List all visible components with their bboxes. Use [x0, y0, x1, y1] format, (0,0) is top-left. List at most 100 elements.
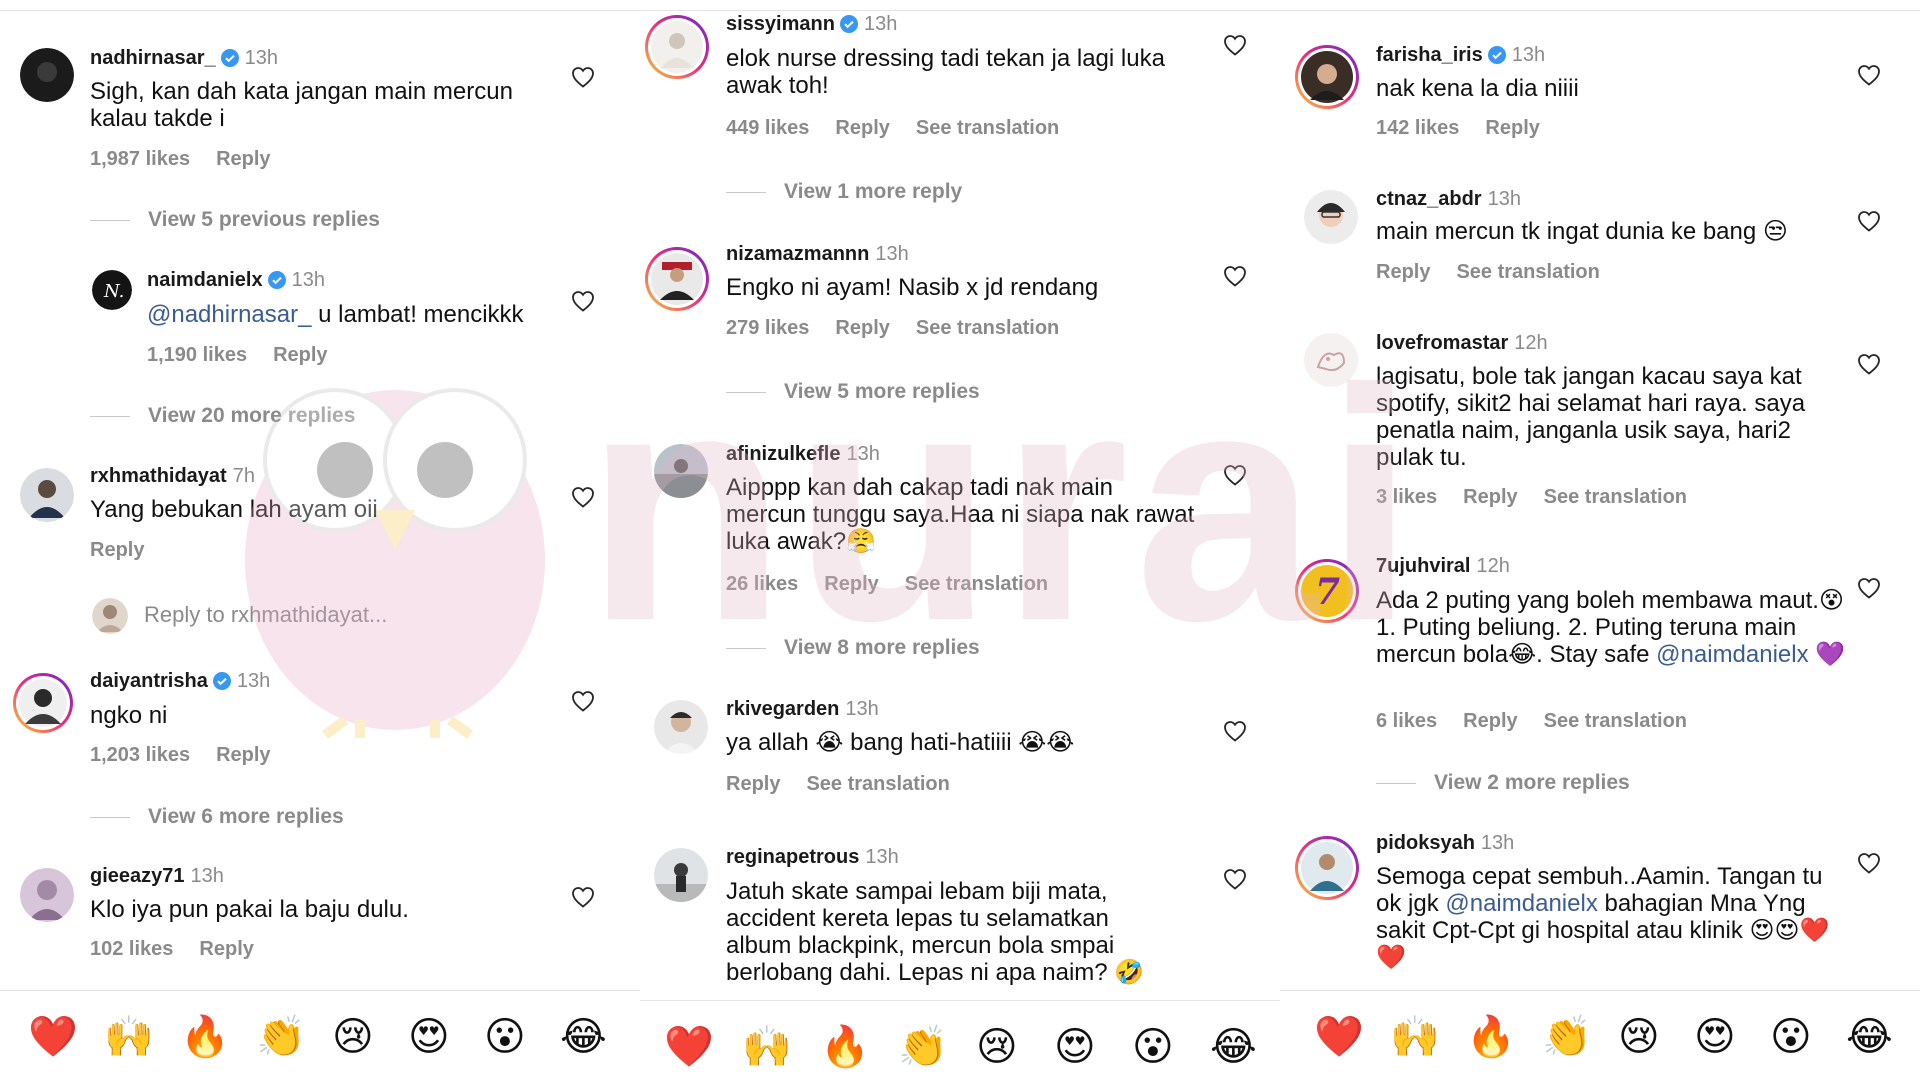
- view-replies-button[interactable]: View 8 more replies: [726, 636, 980, 660]
- username[interactable]: afinizulkefle: [726, 443, 840, 465]
- mention-link[interactable]: @naimdanielx: [1445, 890, 1597, 917]
- emoji-heart-eyes[interactable]: 😍: [1694, 1017, 1736, 1057]
- username[interactable]: rkivegarden: [726, 698, 839, 720]
- like-heart-icon[interactable]: [1223, 265, 1247, 287]
- likes-count[interactable]: 6 likes: [1376, 710, 1437, 732]
- avatar-rxhmathidayat[interactable]: [20, 468, 74, 522]
- like-heart-icon[interactable]: [1857, 852, 1881, 874]
- emoji-clap[interactable]: 👏: [256, 1017, 306, 1057]
- view-replies-button[interactable]: View 5 previous replies: [90, 208, 380, 232]
- reply-button[interactable]: Reply: [1463, 486, 1517, 508]
- emoji-surprised[interactable]: 😮: [1770, 1017, 1812, 1057]
- emoji-heart[interactable]: ❤️: [1314, 1017, 1364, 1057]
- view-replies-button[interactable]: View 6 more replies: [90, 805, 344, 829]
- see-translation-button[interactable]: See translation: [1544, 710, 1687, 732]
- like-heart-icon[interactable]: [1223, 464, 1247, 486]
- emoji-laugh[interactable]: 😂: [560, 1017, 607, 1057]
- emoji-cry[interactable]: 😢: [332, 1017, 374, 1057]
- reply-button[interactable]: Reply: [1485, 117, 1539, 139]
- likes-count[interactable]: 279 likes: [726, 317, 809, 339]
- username[interactable]: 7ujuhviral: [1376, 555, 1470, 577]
- emoji-raised-hands[interactable]: 🙌: [104, 1017, 154, 1057]
- avatar-naimdanielx[interactable]: N.: [92, 270, 132, 310]
- like-heart-icon[interactable]: [1223, 720, 1247, 742]
- see-translation-button[interactable]: See translation: [1456, 261, 1599, 283]
- emoji-fire[interactable]: 🔥: [820, 1027, 870, 1067]
- view-replies-button[interactable]: View 20 more replies: [90, 404, 355, 428]
- avatar-pidoksyah[interactable]: [1294, 835, 1360, 901]
- emoji-heart-eyes[interactable]: 😍: [1054, 1027, 1096, 1067]
- like-heart-icon[interactable]: [1857, 577, 1881, 599]
- reply-button[interactable]: Reply: [199, 938, 253, 960]
- emoji-heart[interactable]: ❤️: [28, 1017, 78, 1057]
- emoji-fire[interactable]: 🔥: [180, 1017, 230, 1057]
- emoji-clap[interactable]: 👏: [898, 1027, 948, 1067]
- likes-count[interactable]: 1,987 likes: [90, 148, 190, 170]
- reply-button[interactable]: Reply: [824, 573, 878, 595]
- emoji-fire[interactable]: 🔥: [1466, 1017, 1516, 1057]
- likes-count[interactable]: 26 likes: [726, 573, 798, 595]
- username[interactable]: naimdanielx: [147, 269, 263, 291]
- see-translation-button[interactable]: See translation: [1544, 486, 1687, 508]
- avatar-gieeazy71[interactable]: [20, 868, 74, 922]
- username[interactable]: rxhmathidayat: [90, 465, 227, 487]
- reply-button[interactable]: Reply: [726, 773, 780, 795]
- avatar-reginapetrous[interactable]: [654, 848, 708, 902]
- view-replies-button[interactable]: View 1 more reply: [726, 180, 962, 204]
- avatar-nadhirnasar[interactable]: [20, 48, 74, 102]
- view-replies-button[interactable]: View 5 more replies: [726, 380, 980, 404]
- reply-button[interactable]: Reply: [216, 744, 270, 766]
- like-heart-icon[interactable]: [1223, 34, 1247, 56]
- reply-button[interactable]: Reply: [273, 344, 327, 366]
- avatar-farisha-iris[interactable]: [1294, 44, 1360, 110]
- reply-input[interactable]: Reply to rxhmathidayat...: [144, 602, 387, 628]
- emoji-heart[interactable]: ❤️: [664, 1027, 714, 1067]
- username[interactable]: ctnaz_abdr: [1376, 188, 1482, 210]
- like-heart-icon[interactable]: [1857, 64, 1881, 86]
- like-heart-icon[interactable]: [571, 486, 595, 508]
- reply-button[interactable]: Reply: [835, 117, 889, 139]
- avatar-7ujuhviral[interactable]: 7: [1294, 558, 1360, 624]
- username[interactable]: nizamazmannn: [726, 243, 869, 265]
- likes-count[interactable]: 3 likes: [1376, 486, 1437, 508]
- emoji-laugh[interactable]: 😂: [1210, 1027, 1257, 1067]
- reply-button[interactable]: Reply: [216, 148, 270, 170]
- emoji-heart-eyes[interactable]: 😍: [408, 1017, 450, 1057]
- emoji-raised-hands[interactable]: 🙌: [1390, 1017, 1440, 1057]
- like-heart-icon[interactable]: [1857, 353, 1881, 375]
- reply-button[interactable]: Reply: [1376, 261, 1430, 283]
- like-heart-icon[interactable]: [571, 690, 595, 712]
- likes-count[interactable]: 102 likes: [90, 938, 173, 960]
- username[interactable]: pidoksyah: [1376, 832, 1475, 854]
- username[interactable]: lovefromastar: [1376, 332, 1508, 354]
- see-translation-button[interactable]: See translation: [905, 573, 1048, 595]
- avatar-ctnaz-abdr[interactable]: [1304, 190, 1358, 244]
- see-translation-button[interactable]: See translation: [806, 773, 949, 795]
- like-heart-icon[interactable]: [1223, 868, 1247, 890]
- avatar-rkivegarden[interactable]: [654, 700, 708, 754]
- like-heart-icon[interactable]: [571, 290, 595, 312]
- emoji-clap[interactable]: 👏: [1542, 1017, 1592, 1057]
- username[interactable]: sissyimann: [726, 13, 835, 35]
- emoji-raised-hands[interactable]: 🙌: [742, 1027, 792, 1067]
- avatar-lovefromastar[interactable]: [1304, 333, 1358, 387]
- avatar-sissyimann[interactable]: [644, 14, 710, 80]
- mention-link[interactable]: @naimdanielx: [1656, 641, 1808, 668]
- like-heart-icon[interactable]: [571, 66, 595, 88]
- username[interactable]: farisha_iris: [1376, 44, 1483, 66]
- username[interactable]: reginapetrous: [726, 846, 859, 868]
- likes-count[interactable]: 142 likes: [1376, 117, 1459, 139]
- reply-button[interactable]: Reply: [835, 317, 889, 339]
- likes-count[interactable]: 449 likes: [726, 117, 809, 139]
- mention-link[interactable]: @nadhirnasar_: [147, 301, 311, 328]
- username[interactable]: nadhirnasar_: [90, 47, 216, 69]
- avatar-nizamazmannn[interactable]: [644, 246, 710, 312]
- likes-count[interactable]: 1,190 likes: [147, 344, 247, 366]
- emoji-cry[interactable]: 😢: [976, 1027, 1018, 1067]
- like-heart-icon[interactable]: [571, 886, 595, 908]
- username[interactable]: daiyantrisha: [90, 670, 208, 692]
- avatar-daiyantrisha[interactable]: [12, 672, 74, 734]
- view-replies-button[interactable]: View 2 more replies: [1376, 771, 1630, 795]
- likes-count[interactable]: 1,203 likes: [90, 744, 190, 766]
- avatar-afinizulkefle[interactable]: [654, 444, 708, 498]
